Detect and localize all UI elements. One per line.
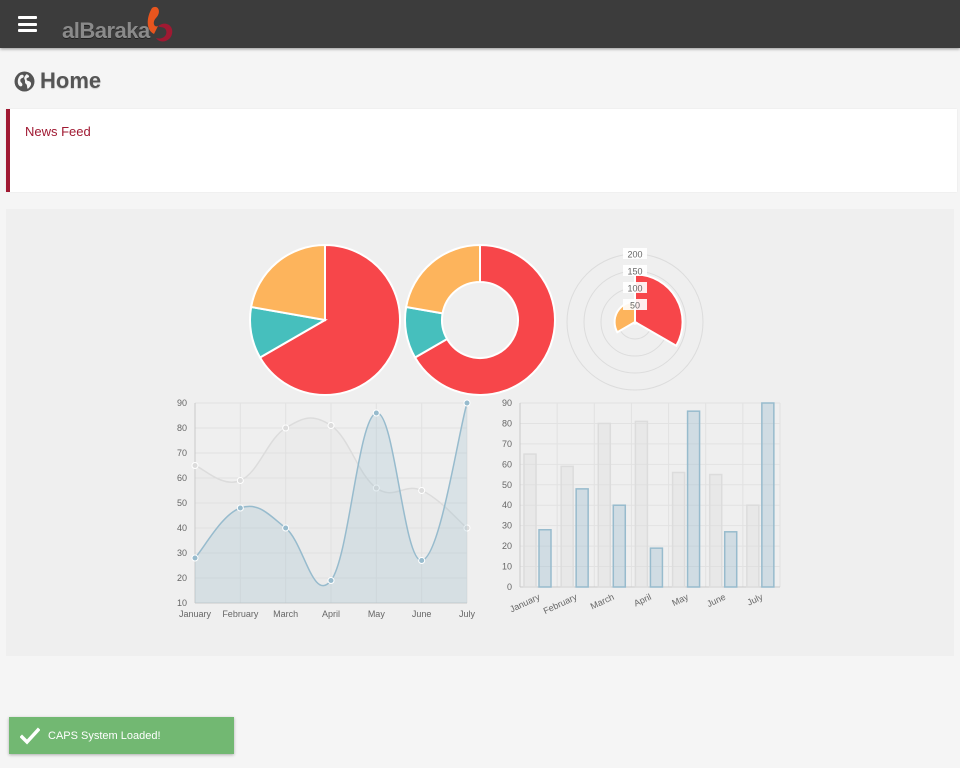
line-series-0-point [236, 477, 244, 484]
line-y-tick-label: 40 [177, 523, 187, 533]
bar-series-1-bar [723, 531, 738, 588]
logo-text: alBaraka [62, 18, 150, 43]
line-x-tick-label: January [179, 609, 212, 619]
bar-x-tick-label: May [670, 592, 690, 608]
charts-svg: 20015010050 102030405060708090January Feb… [177, 243, 781, 619]
bar-y-tick-label: 0 [507, 582, 512, 592]
bar-x-tick-label: January [508, 592, 542, 615]
line-series-0-point [191, 462, 199, 469]
bar-y-tick-label: 90 [502, 398, 512, 408]
line-x-tick-label: July [459, 609, 476, 619]
bar-series-1-bar [649, 547, 664, 588]
line-chart: 10 20 30 40 50 60 70 80 90 January February March Ap… [177, 398, 476, 619]
top-bar: alBaraka [0, 0, 960, 48]
line-series-1-point [418, 557, 426, 564]
bar-y-tick-label: 40 [502, 500, 512, 510]
pie-chart [249, 243, 401, 396]
line-series-1-point [372, 409, 380, 417]
bar-y-tick-label: 20 [502, 541, 512, 551]
line-y-tick-label: 60 [177, 473, 187, 483]
bar-series-0-bar [634, 420, 649, 588]
toast-notification[interactable]: CAPS System Loaded! [9, 717, 234, 754]
bar-y-tick-label: 70 [502, 439, 512, 449]
logo[interactable]: alBaraka [62, 4, 182, 44]
line-y-tick-label: 20 [177, 573, 187, 583]
bar-y-tick-label: 30 [502, 521, 512, 531]
bar-series-0-bar [746, 504, 760, 588]
line-y-tick-label: 70 [177, 448, 187, 458]
bar-series-0-bar [523, 453, 537, 588]
polar-tick-label: 200 [627, 250, 642, 260]
bar-series-0-bar [597, 422, 612, 588]
news-feed-title: News Feed [25, 124, 91, 139]
bar-y-tick-label: 60 [502, 459, 512, 469]
line-y-tick-label: 80 [177, 423, 187, 433]
logo-flame-icon [147, 6, 173, 42]
check-icon [20, 727, 40, 745]
line-series-1-point [282, 524, 290, 532]
bar-series-1-bar [686, 410, 701, 588]
line-y-tick-label: 50 [177, 498, 187, 508]
bar-series-0-bar [671, 471, 686, 588]
bar-series-1-bar [612, 504, 627, 588]
line-x-tick-label: April [322, 609, 340, 619]
hamburger-icon[interactable] [18, 16, 37, 32]
line-x-tick-label: June [412, 609, 432, 619]
bar-x-tick-label: March [589, 592, 616, 612]
doughnut-chart [404, 243, 556, 396]
line-series-0-point [418, 487, 426, 494]
pie-slice-2 [249, 243, 326, 322]
toast-message: CAPS System Loaded! [48, 729, 161, 742]
globe-icon [14, 71, 35, 91]
bar-x-tick-label: April [632, 592, 653, 609]
line-y-tick-label: 30 [177, 548, 187, 558]
line-series-1-point [463, 399, 471, 407]
polar-tick-label: 100 [627, 284, 642, 294]
line-series-1-point [236, 504, 244, 512]
bar-series-1-bar [761, 402, 775, 588]
line-series-1-point [327, 577, 335, 584]
line-x-tick-label: March [273, 609, 298, 619]
page-title: Home [14, 66, 101, 96]
doughnut-slice-2 [404, 243, 481, 315]
line-series-0-point [327, 422, 335, 429]
line-y-tick-label: 90 [177, 398, 187, 408]
bar-x-tick-label: July [746, 592, 765, 608]
polar-tick-label: 150 [627, 267, 642, 277]
bar-y-tick-label: 80 [502, 418, 512, 428]
bar-series-0-bar [708, 473, 723, 588]
charts-panel: 200 150 100 50 10 20 30 40 50 60 70 80 90 January Feb… [6, 209, 954, 656]
line-x-tick-label: May [368, 609, 386, 619]
line-series-1-point [191, 554, 199, 562]
bar-x-tick-label: June [705, 592, 727, 609]
bar-series-1-bar [538, 529, 552, 588]
bar-series-1-bar [575, 488, 589, 588]
bar-x-tick-label: February [542, 592, 579, 616]
bar-chart: 0 10 20 30 40 50 60 70 80 90 January February March A… [502, 398, 781, 616]
line-series-0-point [282, 424, 290, 432]
line-y-tick-label: 10 [177, 598, 187, 608]
line-x-tick-label: February [222, 609, 259, 619]
news-feed-panel: News Feed [6, 109, 957, 192]
bar-y-tick-label: 50 [502, 480, 512, 490]
polar-area-chart: 200 150 100 50 [566, 248, 704, 391]
bar-series-0-bar [560, 465, 574, 588]
page-title-text: Home [40, 68, 102, 93]
bar-y-tick-label: 10 [502, 562, 512, 572]
polar-tick-label: 50 [630, 301, 640, 311]
